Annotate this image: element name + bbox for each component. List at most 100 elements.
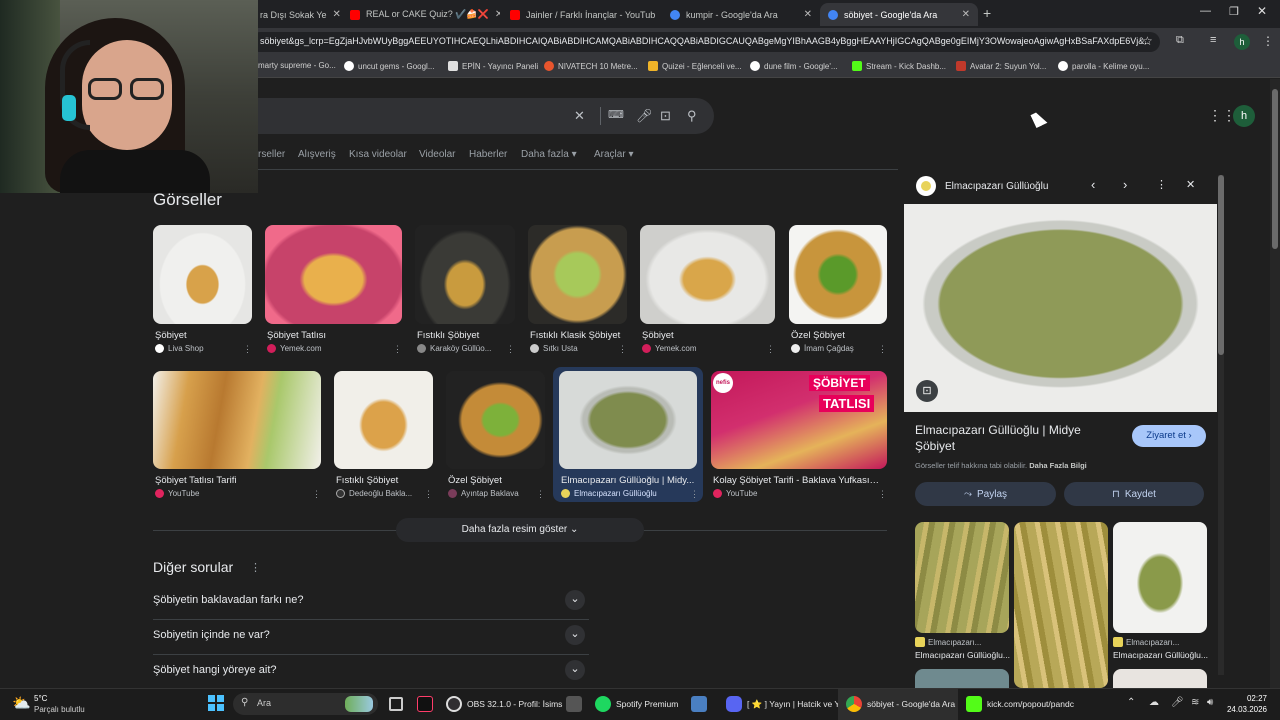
close-icon[interactable]: ✕ (1186, 178, 1195, 191)
page-scrollbar-track[interactable] (1270, 79, 1280, 688)
panel-title[interactable]: Elmacıpazarı Güllüoğlu | Midye Şöbiyet (915, 422, 1115, 454)
microphone-icon[interactable]: 🎤︎ (1171, 697, 1184, 708)
share-button[interactable]: ⤳ Paylaş (915, 482, 1056, 506)
more-options-icon[interactable]: ⋮ (424, 489, 433, 500)
taskbar-discord[interactable]: [ ⭐ ] Yayın | Hatcik ve Y (726, 696, 840, 712)
tab-sobiyet[interactable]: söbiyet - Google'da Ara ✕ (820, 3, 978, 26)
image-caption[interactable]: Şöbiyet Tatlısı Tarifi (155, 475, 321, 486)
more-options-icon[interactable]: ⋮ (618, 344, 627, 355)
image-thumbnail[interactable] (334, 371, 433, 469)
related-title[interactable]: Elmacıpazarı Güllüoğlu... (915, 650, 1010, 660)
related-image[interactable] (1014, 522, 1108, 688)
image-thumbnail[interactable] (265, 225, 402, 324)
visit-button[interactable]: Ziyaret et › (1132, 425, 1206, 447)
image-caption[interactable]: Fıstıklı Şöbiyet (417, 330, 515, 341)
more-options-icon[interactable]: ⋮ (243, 344, 252, 355)
chevron-down-icon[interactable]: ⌄ (565, 625, 585, 645)
taskbar-obs[interactable]: OBS 32.1.0 - Profil: İsims (446, 696, 562, 712)
related-image[interactable] (1113, 669, 1207, 688)
close-window-button[interactable]: ✕ (1257, 4, 1267, 18)
windows-start-icon[interactable] (208, 695, 224, 711)
bookmark-item[interactable]: NIVATECH 10 Metre... (544, 61, 638, 71)
profile-avatar[interactable]: h (1234, 34, 1250, 50)
chevron-right-icon[interactable]: › (1123, 177, 1127, 192)
tab-short-videos[interactable]: Kısa videolar (349, 149, 407, 160)
image-caption[interactable]: Fıstıklı Klasik Şöbiyet (530, 330, 627, 341)
tab-more[interactable]: Daha fazla ▾ (521, 149, 577, 160)
related-title[interactable]: Elmacıpazarı Güllüoğlu... (1113, 650, 1208, 660)
image-caption[interactable]: Elmacıpazarı Güllüoğlu | Midy... (561, 475, 695, 486)
image-thumbnail[interactable] (559, 371, 697, 469)
search-box[interactable]: ✕ ⌨ 🎤︎ ⊡ ⚲ (240, 98, 714, 134)
search-icon[interactable]: ⚲ (687, 108, 697, 124)
more-images-button[interactable]: Daha fazla resim göster ⌄ (396, 518, 644, 542)
panel-source-name[interactable]: Elmacıpazarı Güllüoğlu (945, 181, 1048, 192)
related-image[interactable] (915, 669, 1009, 688)
bookmark-item[interactable]: marty supreme - Go... (258, 61, 336, 70)
chevron-down-icon[interactable]: ⌄ (565, 660, 585, 680)
tab-street-food[interactable]: ra Dışı Sokak Ye ✕ (252, 3, 340, 26)
close-icon[interactable]: ✕ (495, 9, 500, 20)
clear-icon[interactable]: ✕ (574, 108, 585, 124)
task-view-icon[interactable] (389, 697, 403, 711)
more-options-icon[interactable]: ⋮ (690, 489, 699, 500)
bookmark-item[interactable]: Stream - Kick Dashb... (852, 61, 946, 71)
bookmark-item[interactable]: parolla - Kelime oyu... (1058, 61, 1149, 71)
image-thumbnail[interactable] (446, 371, 545, 469)
taskbar-spotify[interactable]: Spotify Premium (595, 696, 678, 712)
more-info-link[interactable]: Daha Fazla Bilgi (1029, 461, 1087, 470)
image-caption[interactable]: Kolay Şöbiyet Tarifi - Baklava Yufkası i… (713, 475, 881, 486)
taskbar-calculator[interactable] (566, 696, 582, 712)
bookmark-item[interactable]: EPİN - Yayıncı Paneli (448, 61, 538, 71)
tab-kumpir[interactable]: kumpir - Google'da Ara ✕ (662, 3, 820, 26)
more-options-icon[interactable]: ⋮ (878, 344, 887, 355)
more-options-icon[interactable]: ⋮ (536, 489, 545, 500)
taskbar-app[interactable] (691, 696, 707, 712)
image-thumbnail[interactable] (528, 225, 627, 324)
question-row[interactable]: Şöbiyet hangi yöreye ait? ⌄ (153, 655, 589, 688)
close-icon[interactable]: ✕ (804, 9, 812, 20)
image-caption[interactable]: Şöbiyet Tatlısı (267, 330, 402, 341)
image-thumbnail[interactable] (640, 225, 775, 324)
wifi-icon[interactable]: ≋ (1191, 697, 1199, 708)
more-options-icon[interactable]: ⋮ (766, 344, 775, 355)
image-thumbnail[interactable] (789, 225, 887, 324)
chevron-down-icon[interactable]: ⌄ (565, 590, 585, 610)
more-options-icon[interactable]: ⋮ (312, 489, 321, 500)
image-caption[interactable]: Şöbiyet (642, 330, 775, 341)
weather-desc[interactable]: Parçalı bulutlu (34, 705, 85, 714)
preview-image[interactable]: ⊡ (904, 204, 1217, 412)
question-row[interactable]: Şöbiyetin baklavadan farkı ne? ⌄ (153, 585, 589, 620)
taskbar-search[interactable]: ⚲ Ara (233, 693, 378, 715)
image-thumbnail[interactable] (153, 371, 321, 469)
microphone-icon[interactable]: 🎤︎ (636, 108, 653, 124)
tab-videos[interactable]: Videolar (419, 149, 456, 160)
save-button[interactable]: ⊓ Kaydet (1064, 482, 1204, 506)
bookmark-item[interactable]: uncut gems - Googl... (344, 61, 434, 71)
related-image[interactable] (915, 522, 1009, 633)
more-options-icon[interactable]: ⋮ (878, 489, 887, 500)
question-row[interactable]: Sobiyetin içinde ne var? ⌄ (153, 620, 589, 655)
keyboard-icon[interactable]: ⌨ (608, 108, 624, 121)
more-options-icon[interactable]: ⋮ (506, 344, 515, 355)
onedrive-icon[interactable]: ☁ (1149, 697, 1159, 708)
clock-date[interactable]: 24.03.2026 (1222, 705, 1267, 714)
panel-scrollbar[interactable] (1218, 175, 1224, 675)
tab-images[interactable]: rseller (258, 149, 285, 160)
tray-chevron-icon[interactable]: ⌃ (1127, 697, 1135, 708)
taskbar-tiktok[interactable] (417, 696, 433, 712)
taskbar-chrome[interactable]: söbiyet - Google'da Ara (846, 696, 955, 712)
tab-real-or-cake[interactable]: REAL or CAKE Quiz? ✔️🍰❌ ✕ (342, 3, 500, 26)
close-icon[interactable]: ✕ (333, 9, 340, 20)
more-options-icon[interactable]: ⋮ (250, 561, 261, 574)
more-options-icon[interactable]: ⋮ (393, 344, 402, 355)
chrome-menu-icon[interactable]: ⋮ (1262, 34, 1274, 48)
url-field[interactable]: söbiyet&gs_lcrp=EgZjaHJvbWUyBggAEEUYOTIH… (250, 32, 1160, 52)
bookmark-star-icon[interactable]: ☆ (1142, 34, 1153, 48)
image-caption[interactable]: Özel Şöbiyet (448, 475, 545, 486)
weather-temp[interactable]: 5°C (34, 694, 47, 703)
tab-tools[interactable]: Araçlar ▾ (594, 149, 634, 160)
image-thumbnail[interactable]: nefis ŞÖBİYET TATLISI (711, 371, 887, 469)
extensions-icon[interactable]: ⧉ (1176, 34, 1184, 47)
more-options-icon[interactable]: ⋮ (1156, 178, 1167, 191)
